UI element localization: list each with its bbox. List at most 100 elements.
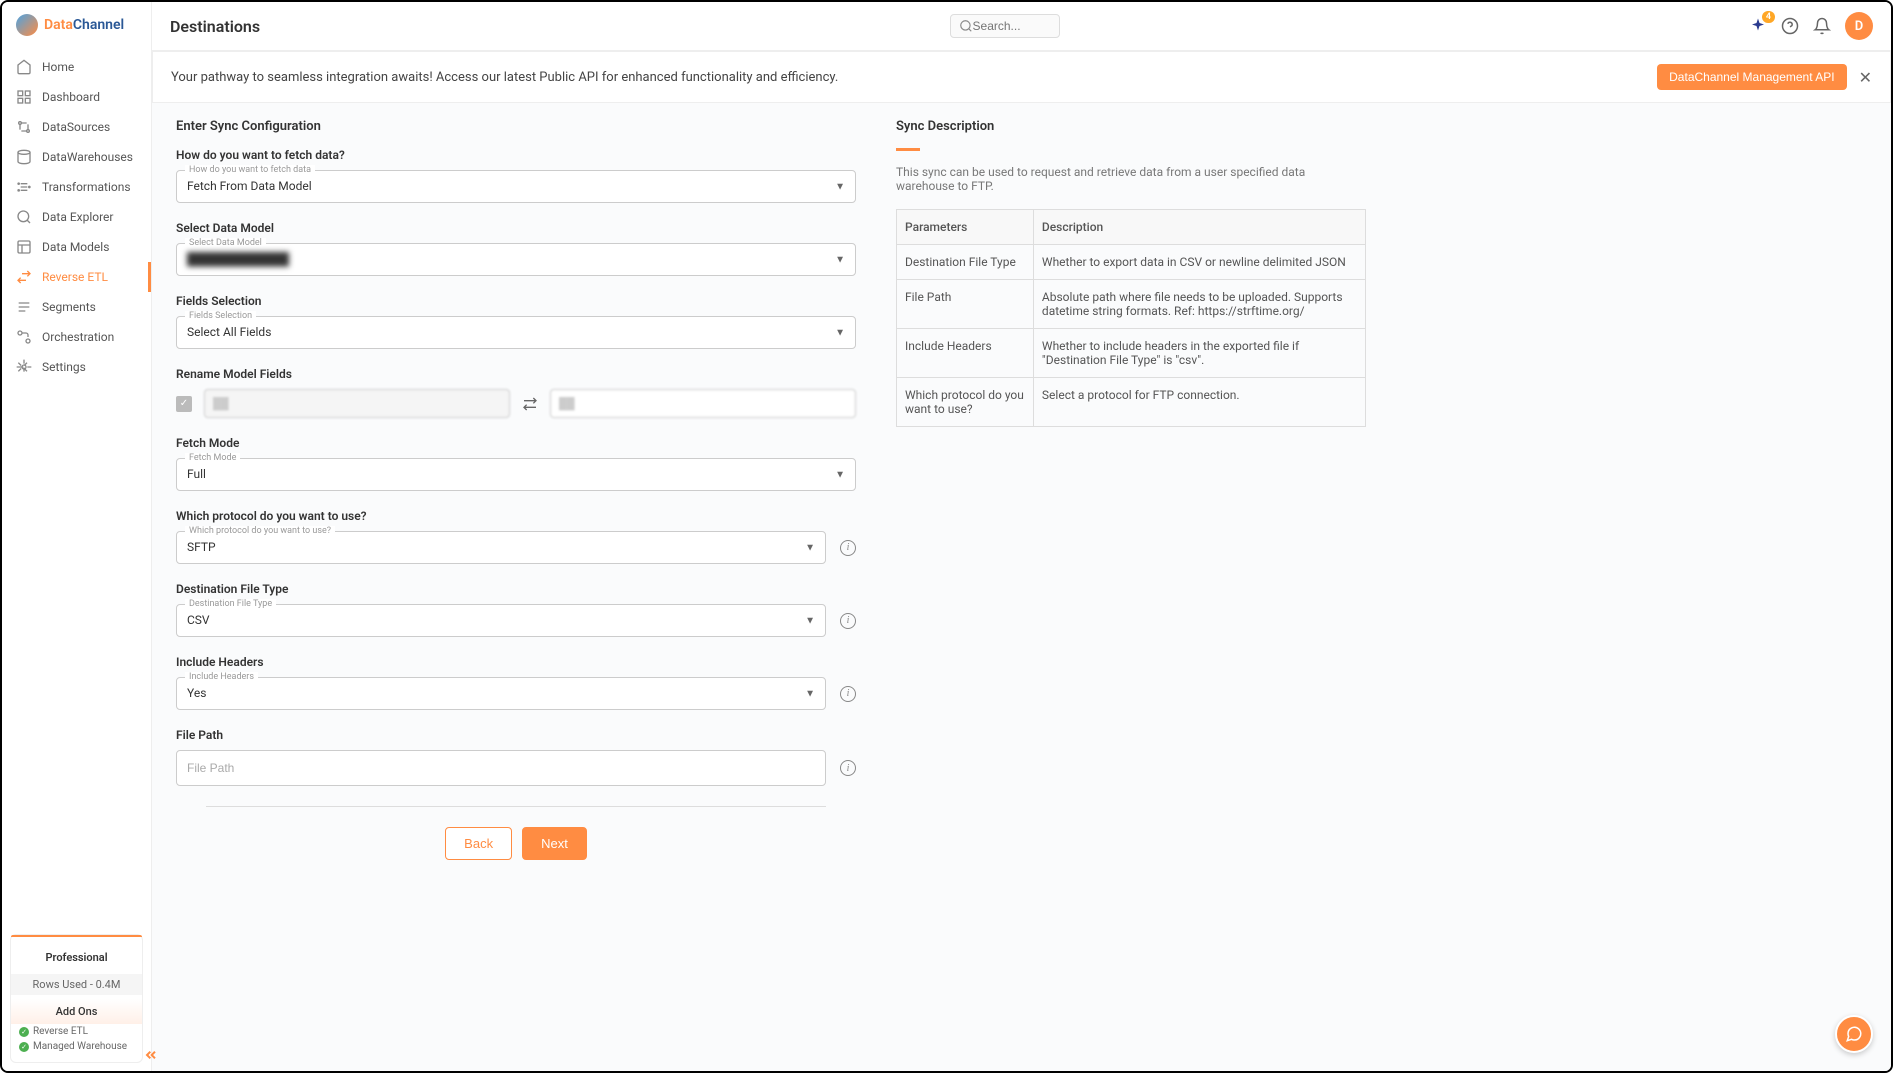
nav-label: Reverse ETL — [42, 270, 108, 284]
rename-source-input[interactable]: ██ — [204, 389, 510, 418]
notification-badge: 4 — [1762, 11, 1775, 23]
nav-dashboard[interactable]: Dashboard — [2, 82, 151, 112]
floating-label: Fetch Mode — [185, 453, 240, 463]
warehouse-icon — [16, 149, 32, 165]
search-input[interactable] — [973, 19, 1043, 33]
next-button[interactable]: Next — [522, 827, 587, 860]
nav-reverse-etl[interactable]: Reverse ETL — [2, 262, 151, 292]
td-param: Destination File Type — [897, 245, 1034, 280]
bell-button[interactable] — [1813, 17, 1831, 35]
home-icon — [16, 59, 32, 75]
nav-datawarehouses[interactable]: DataWarehouses — [2, 142, 151, 172]
logo-icon — [16, 14, 38, 36]
swap-icon — [522, 396, 538, 412]
floating-label: Select Data Model — [185, 238, 266, 248]
plan-box: Professional Rows Used - 0.4M Add Ons ✓R… — [10, 934, 143, 1063]
dest-type-select[interactable]: Destination File Type CSV ▼ — [176, 604, 826, 637]
addon-label: Reverse ETL — [33, 1026, 88, 1037]
filepath-input[interactable] — [176, 750, 826, 786]
sparkle-button[interactable]: 4 — [1749, 17, 1767, 35]
rows-used: Rows Used - 0.4M — [11, 974, 142, 995]
fetch-select[interactable]: How do you want to fetch data Fetch From… — [176, 170, 856, 203]
nav-data-models[interactable]: Data Models — [2, 232, 151, 262]
select-value: Fetch From Data Model — [187, 179, 312, 193]
transform-icon — [16, 179, 32, 195]
nav-label: Settings — [42, 360, 86, 374]
info-icon[interactable]: i — [840, 686, 856, 702]
headers-label: Include Headers — [176, 655, 856, 669]
nav-label: Transformations — [42, 180, 131, 194]
nav-label: Data Explorer — [42, 210, 114, 224]
th-parameters: Parameters — [897, 210, 1034, 245]
table-row: Which protocol do you want to use?Select… — [897, 378, 1366, 427]
gear-icon — [16, 359, 32, 375]
sync-desc-title: Sync Description — [896, 119, 1366, 134]
info-icon[interactable]: i — [840, 540, 856, 556]
addon-item: ✓ Reverse ETL — [19, 1024, 134, 1039]
close-icon[interactable]: ✕ — [1859, 68, 1872, 87]
logo[interactable]: DataChannel — [2, 2, 151, 48]
chat-bubble[interactable] — [1835, 1015, 1873, 1053]
model-select[interactable]: Select Data Model ████████████ ▼ — [176, 243, 856, 276]
td-param: File Path — [897, 280, 1034, 329]
check-icon: ✓ — [19, 1042, 29, 1052]
select-value: ████████████ — [187, 252, 289, 266]
nav-label: DataSources — [42, 120, 110, 134]
nav-transformations[interactable]: Transformations — [2, 172, 151, 202]
avatar[interactable]: D — [1845, 12, 1873, 40]
nav-orchestration[interactable]: Orchestration — [2, 322, 151, 352]
td-param: Include Headers — [897, 329, 1034, 378]
nav-data-explorer[interactable]: Data Explorer — [2, 202, 151, 232]
rename-target-input[interactable]: ██ — [550, 389, 856, 418]
select-value: Select All Fields — [187, 325, 271, 339]
floating-label: Which protocol do you want to use? — [185, 526, 335, 536]
fields-select[interactable]: Fields Selection Select All Fields ▼ — [176, 316, 856, 349]
addon-label: Managed Warehouse — [33, 1041, 127, 1052]
nav-home[interactable]: Home — [2, 52, 151, 82]
description-column: Sync Description This sync can be used t… — [896, 119, 1366, 1055]
form-column: Enter Sync Configuration How do you want… — [176, 119, 856, 1055]
back-button[interactable]: Back — [445, 827, 512, 860]
nav-label: Orchestration — [42, 330, 114, 344]
nav-datasources[interactable]: DataSources — [2, 112, 151, 142]
td-desc: Whether to export data in CSV or newline… — [1033, 245, 1365, 280]
topbar: Destinations 4 D — [152, 2, 1891, 51]
info-icon[interactable]: i — [840, 760, 856, 776]
protocol-select[interactable]: Which protocol do you want to use? SFTP … — [176, 531, 826, 564]
headers-select[interactable]: Include Headers Yes ▼ — [176, 677, 826, 710]
addon-item: ✓ Managed Warehouse — [19, 1039, 134, 1054]
nav-label: Home — [42, 60, 74, 74]
td-desc: Absolute path where file needs to be upl… — [1033, 280, 1365, 329]
plan-name: Professional — [19, 945, 134, 970]
rename-checkbox[interactable]: ✓ — [176, 396, 192, 412]
chevron-down-icon: ▼ — [835, 254, 845, 265]
floating-label: How do you want to fetch data — [185, 165, 315, 175]
select-value: CSV — [187, 613, 210, 627]
collapse-sidebar-icon[interactable] — [143, 1047, 159, 1063]
api-button[interactable]: DataChannel Management API — [1657, 64, 1846, 90]
title-underline — [896, 148, 920, 151]
chevron-down-icon: ▼ — [835, 327, 845, 338]
info-icon[interactable]: i — [840, 613, 856, 629]
protocol-label: Which protocol do you want to use? — [176, 509, 856, 523]
nav-settings[interactable]: Settings — [2, 352, 151, 382]
explorer-icon — [16, 209, 32, 225]
fetch-mode-select[interactable]: Fetch Mode Full ▼ — [176, 458, 856, 491]
table-row: File PathAbsolute path where file needs … — [897, 280, 1366, 329]
param-table: Parameters Description Destination File … — [896, 209, 1366, 427]
segments-icon — [16, 299, 32, 315]
models-icon — [16, 239, 32, 255]
help-button[interactable] — [1781, 17, 1799, 35]
banner-text: Your pathway to seamless integration awa… — [171, 70, 838, 85]
chevron-down-icon: ▼ — [805, 615, 815, 626]
sync-desc-text: This sync can be used to request and ret… — [896, 165, 1366, 193]
search-box[interactable] — [950, 14, 1060, 38]
orchestration-icon — [16, 329, 32, 345]
fields-label: Fields Selection — [176, 294, 856, 308]
nav-label: Dashboard — [42, 90, 100, 104]
floating-label: Destination File Type — [185, 599, 276, 609]
fetch-label: How do you want to fetch data? — [176, 148, 856, 162]
check-icon: ✓ — [19, 1027, 29, 1037]
rename-label: Rename Model Fields — [176, 367, 856, 381]
nav-segments[interactable]: Segments — [2, 292, 151, 322]
